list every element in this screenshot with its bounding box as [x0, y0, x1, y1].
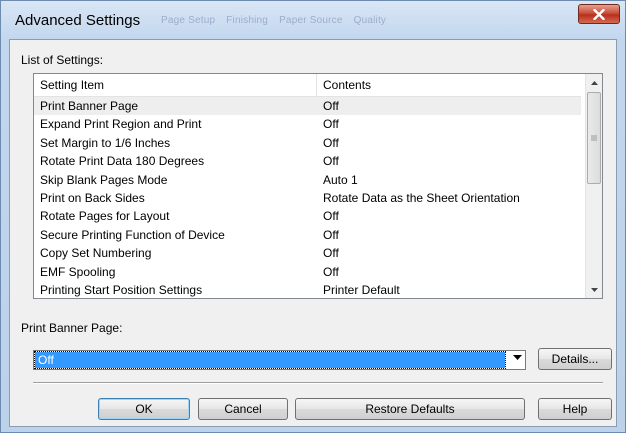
- list-item[interactable]: Expand Print Region and Print Off: [34, 115, 581, 133]
- separator: [33, 382, 603, 384]
- list-item[interactable]: Print Banner Page Off: [34, 97, 581, 116]
- setting-item-value: Off: [323, 117, 339, 132]
- title-bar[interactable]: Advanced Settings Page Setup Finishing P…: [1, 1, 625, 39]
- list-item[interactable]: Skip Blank Pages Mode Auto 1: [34, 171, 581, 189]
- setting-item-value: Off: [323, 99, 339, 113]
- setting-item-name: Set Margin to 1/6 Inches: [40, 135, 171, 150]
- scroll-down-button[interactable]: [586, 281, 602, 298]
- list-header: Setting Item Contents: [34, 74, 581, 97]
- restore-defaults-button[interactable]: Restore Defaults: [295, 398, 525, 420]
- scroll-up-button[interactable]: [586, 74, 602, 91]
- grip-icon: [591, 135, 597, 141]
- help-button[interactable]: Help: [538, 398, 612, 420]
- cancel-button[interactable]: Cancel: [198, 398, 288, 420]
- setting-item-name: Printing Start Position Settings: [40, 282, 203, 297]
- setting-item-name: Copy Set Numbering: [40, 246, 152, 261]
- setting-item-value: Off: [323, 135, 339, 150]
- ok-button[interactable]: OK: [98, 398, 190, 420]
- chevron-down-icon[interactable]: [513, 355, 522, 361]
- setting-item-value: Rotate Data as the Sheet Orientation: [323, 190, 520, 205]
- list-item[interactable]: Printing Start Position Settings Printer…: [34, 281, 581, 298]
- close-icon: [593, 8, 605, 20]
- setting-item-name: Rotate Print Data 180 Degrees: [40, 154, 205, 169]
- list-item[interactable]: Copy Set Numbering Off: [34, 244, 581, 262]
- dialog-body: List of Settings: Setting Item Contents …: [9, 39, 617, 427]
- setting-item-value: Printer Default: [323, 282, 400, 297]
- setting-item-value: Off: [323, 264, 339, 279]
- arrow-up-icon: [590, 80, 598, 85]
- setting-item-name: Expand Print Region and Print: [40, 117, 202, 132]
- list-label: List of Settings:: [21, 53, 104, 67]
- details-button[interactable]: Details...: [538, 348, 612, 370]
- list-item[interactable]: Secure Printing Function of Device Off: [34, 226, 581, 244]
- setting-item-name: Print on Back Sides: [40, 190, 145, 205]
- setting-item-name: EMF Spooling: [40, 264, 116, 279]
- background-tab: Finishing: [226, 15, 269, 26]
- setting-item-value: Off: [323, 227, 339, 242]
- setting-detail-label: Print Banner Page:: [21, 321, 123, 335]
- setting-item-value: Off: [323, 209, 339, 224]
- close-button[interactable]: [578, 4, 620, 24]
- setting-item-name: Skip Blank Pages Mode: [40, 172, 168, 187]
- settings-list[interactable]: Setting Item Contents Print Banner Page …: [33, 73, 603, 299]
- background-tab: Paper Source: [279, 15, 343, 26]
- dropdown-selected-value: Off: [34, 351, 506, 369]
- window-title: Advanced Settings: [15, 12, 141, 29]
- list-item[interactable]: Rotate Pages for Layout Off: [34, 207, 581, 225]
- setting-item-value: Auto 1: [323, 172, 358, 187]
- list-rows: Print Banner Page Off Expand Print Regio…: [34, 97, 581, 298]
- setting-item-name: Print Banner Page: [40, 99, 139, 113]
- column-header-setting-item[interactable]: Setting Item: [34, 74, 317, 96]
- list-item[interactable]: Set Margin to 1/6 Inches Off: [34, 134, 581, 152]
- column-header-contents[interactable]: Contents: [317, 74, 581, 96]
- setting-item-name: Secure Printing Function of Device: [40, 227, 225, 242]
- background-tab: Page Setup: [161, 15, 216, 26]
- background-tabs: Page Setup Finishing Paper Source Qualit…: [161, 15, 394, 26]
- list-item[interactable]: Rotate Print Data 180 Degrees Off: [34, 152, 581, 170]
- arrow-down-icon: [590, 287, 598, 292]
- scrollbar-thumb[interactable]: [587, 92, 601, 184]
- advanced-settings-dialog: Advanced Settings Page Setup Finishing P…: [0, 0, 626, 433]
- setting-item-value: Off: [323, 246, 339, 261]
- setting-value-dropdown[interactable]: Off: [33, 350, 526, 370]
- setting-item-value: Off: [323, 154, 339, 169]
- list-item[interactable]: Print on Back Sides Rotate Data as the S…: [34, 189, 581, 207]
- setting-item-name: Rotate Pages for Layout: [40, 209, 170, 224]
- vertical-scrollbar[interactable]: [585, 74, 602, 298]
- list-item[interactable]: EMF Spooling Off: [34, 263, 581, 281]
- background-tab: Quality: [353, 15, 387, 26]
